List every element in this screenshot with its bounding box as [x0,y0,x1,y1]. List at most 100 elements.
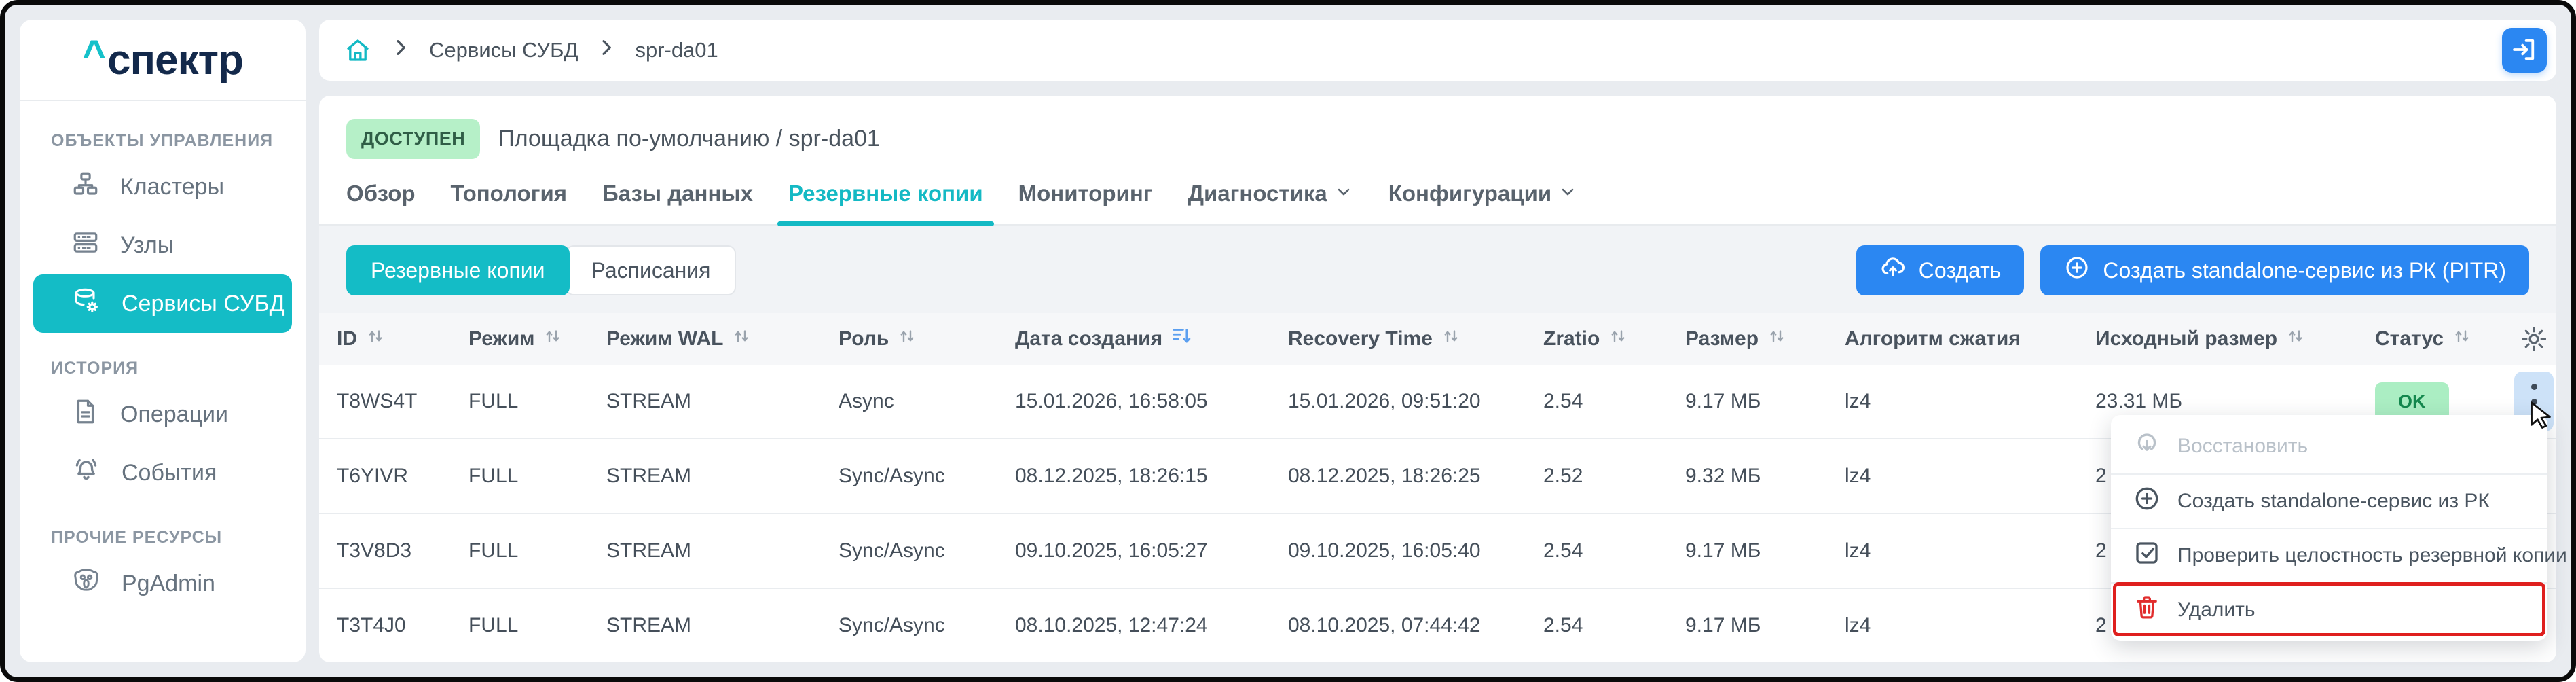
sidebar-section-other-resources: ПРОЧИЕ РЕСУРСЫ [51,528,292,548]
cell-recovery: 09.10.2025, 16:05:40 [1270,539,1526,562]
col-header-created[interactable]: Дата создания [997,326,1270,352]
breadcrumb: Сервисы СУБД spr-da01 [344,36,718,65]
cell-created: 09.10.2025, 16:05:27 [997,539,1270,562]
cell-zratio: 2.54 [1526,390,1668,413]
sidebar-nav: ОБЪЕКТЫ УПРАВЛЕНИЯ Кластеры Узлы Сервисы… [20,101,306,613]
cell-created: 08.10.2025, 12:47:24 [997,614,1270,637]
cell-wal: STREAM [589,465,821,488]
cell-recovery: 08.10.2025, 07:44:42 [1270,614,1526,637]
menu-item-create-standalone[interactable]: Создать standalone-сервис из РК [2111,473,2547,528]
sidebar-item-label: Операции [120,401,228,428]
cell-id: T3V8D3 [319,539,451,562]
col-header-recovery-time[interactable]: Recovery Time [1270,326,1526,352]
tab-monitoring[interactable]: Мониторинг [1018,181,1153,224]
cloud-restore-icon [2133,429,2161,463]
sidebar-item-label: События [122,460,217,486]
cell-role: Sync/Async [821,539,997,562]
cell-algo: lz4 [1827,614,2078,637]
sidebar-item-nodes[interactable]: Узлы [33,216,292,274]
cell-role: Async [821,390,997,413]
plus-circle-icon [2133,484,2161,518]
tab-topology[interactable]: Топология [451,181,567,224]
check-square-icon [2133,539,2161,573]
cell-mode: FULL [451,465,589,488]
trash-icon [2133,593,2161,627]
logo-text: спектр [107,36,243,84]
col-header-zratio[interactable]: Zratio [1526,326,1668,352]
col-header-size[interactable]: Размер [1668,326,1827,352]
cell-id: T8WS4T [319,390,451,413]
pgadmin-elephant-icon [71,566,101,602]
sort-icon [1767,326,1787,352]
view-toggle: Резервные копии Расписания [346,245,736,295]
app-logo: ^ спектр [20,20,306,101]
document-icon [71,397,100,432]
sort-icon [1608,326,1628,352]
create-backup-button[interactable]: Создать [1856,245,2025,295]
cell-mode: FULL [451,390,589,413]
sidebar: ^ спектр ОБЪЕКТЫ УПРАВЛЕНИЯ Кластеры Узл… [20,20,306,662]
cloud-upload-icon [1879,254,1907,287]
row-actions-context-menu: Восстановить Создать standalone-сервис и… [2111,415,2547,641]
breadcrumb-item-dbms-services[interactable]: Сервисы СУБД [429,38,578,62]
sidebar-item-dbms-services[interactable]: Сервисы СУБД [33,274,292,333]
tab-diagnostics[interactable]: Диагностика [1188,181,1353,224]
col-header-status[interactable]: Статус [2357,326,2511,352]
menu-item-delete[interactable]: Удалить [2111,582,2547,636]
cell-size: 9.32 МБ [1668,465,1827,488]
sidebar-item-label: Кластеры [120,174,224,200]
sidebar-item-operations[interactable]: Операции [33,385,292,444]
cell-zratio: 2.54 [1526,539,1668,562]
sort-desc-active-icon [1171,326,1194,352]
login-button[interactable] [2502,28,2547,73]
cell-zratio: 2.54 [1526,614,1668,637]
plus-circle-icon [2063,254,2091,287]
bell-alert-icon [71,455,101,491]
sidebar-section-history: ИСТОРИЯ [51,359,292,378]
cell-size: 9.17 МБ [1668,614,1827,637]
cell-recovery: 08.12.2025, 18:26:25 [1270,465,1526,488]
tab-backups[interactable]: Резервные копии [788,181,983,224]
tab-databases[interactable]: Базы данных [602,181,753,224]
chevron-right-icon [390,37,411,64]
chevron-right-icon [595,37,617,64]
col-header-mode[interactable]: Режим [451,326,589,352]
table-header-row: ID Режим Режим WAL Роль Дата создания Re… [319,313,2556,365]
sort-icon [1441,326,1461,352]
chevron-down-icon [1558,181,1577,207]
create-standalone-pitr-button[interactable]: Создать standalone-сервис из РК (PITR) [2040,245,2529,295]
col-header-id[interactable]: ID [319,326,451,352]
toggle-backups-button[interactable]: Резервные копии [346,245,570,295]
column-settings-gear-icon[interactable] [2511,325,2556,353]
app-frame: ^ спектр ОБЪЕКТЫ УПРАВЛЕНИЯ Кластеры Узл… [0,0,2576,682]
cell-size: 9.17 МБ [1668,539,1827,562]
cell-created: 08.12.2025, 18:26:15 [997,465,1270,488]
cell-wal: STREAM [589,614,821,637]
cell-size: 9.17 МБ [1668,390,1827,413]
servers-icon [71,228,100,263]
breadcrumb-item-service[interactable]: spr-da01 [635,38,718,62]
cell-algo: lz4 [1827,465,2078,488]
status-badge: ДОСТУПЕН [346,119,480,159]
tab-configurations[interactable]: Конфигурации [1388,181,1577,224]
page-title: Площадка по-умолчанию / spr-da01 [498,126,880,152]
sidebar-item-events[interactable]: События [33,444,292,502]
col-header-role[interactable]: Роль [821,326,997,352]
sort-icon [542,326,563,352]
tab-overview[interactable]: Обзор [346,181,416,224]
toggle-schedules-button[interactable]: Расписания [566,245,737,295]
cell-source-size: 23.31 МБ [2078,390,2357,413]
col-header-wal-mode[interactable]: Режим WAL [589,326,821,352]
cell-created: 15.01.2026, 16:58:05 [997,390,1270,413]
cell-mode: FULL [451,614,589,637]
sidebar-item-clusters[interactable]: Кластеры [33,158,292,216]
sort-icon [365,326,386,352]
cell-zratio: 2.52 [1526,465,1668,488]
cell-role: Sync/Async [821,614,997,637]
sidebar-section-management: ОБЪЕКТЫ УПРАВЛЕНИЯ [51,131,292,151]
col-header-source-size[interactable]: Исходный размер [2078,326,2357,352]
cell-role: Sync/Async [821,465,997,488]
menu-item-verify-backup[interactable]: Проверить целостность резервной копии [2111,528,2547,582]
sidebar-item-pgadmin[interactable]: PgAdmin [33,554,292,613]
home-icon[interactable] [344,36,372,65]
